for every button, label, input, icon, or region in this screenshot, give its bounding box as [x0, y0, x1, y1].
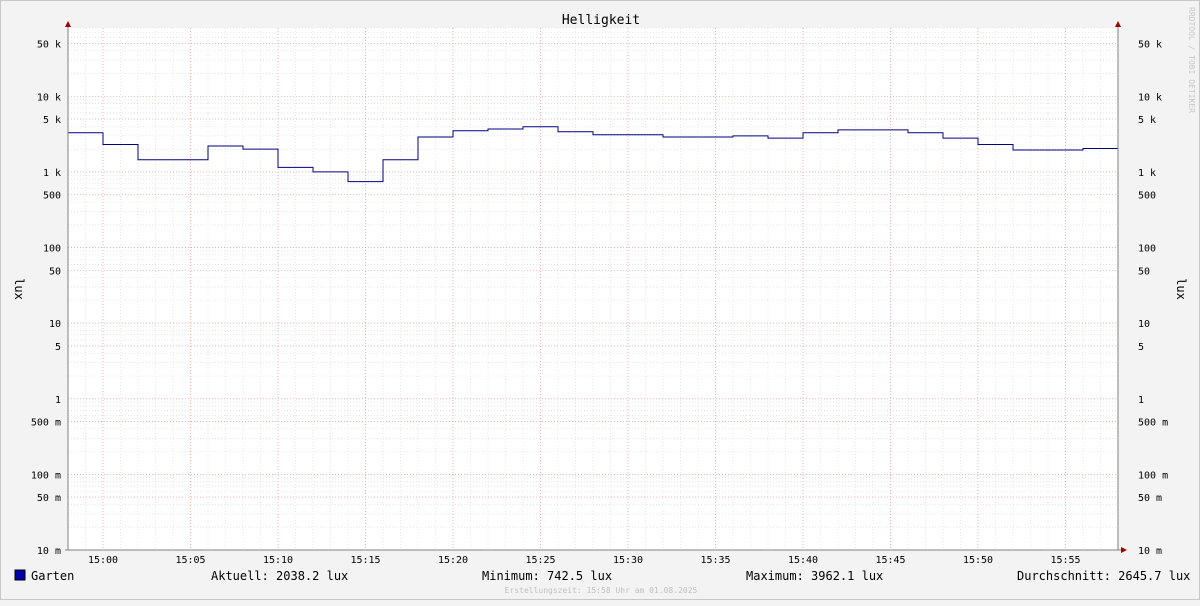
y-tick-label-right: 100	[1138, 244, 1156, 255]
y-axis-label-left: lux	[12, 278, 26, 300]
y-tick-label: 10 k	[37, 92, 61, 103]
x-tick-label: 15:55	[1050, 555, 1080, 566]
y-tick-label: 50 m	[37, 493, 61, 504]
x-tick-label: 15:40	[788, 555, 818, 566]
y-tick-label: 10 m	[37, 546, 61, 557]
x-axis-arrow-icon	[1121, 547, 1127, 553]
y-tick-label: 1 k	[43, 168, 61, 179]
legend-series-name: Garten	[31, 569, 74, 583]
y-tick-label-right: 50 m	[1138, 493, 1162, 504]
y-tick-label-right: 10 k	[1138, 92, 1162, 103]
y-tick-label: 500	[43, 191, 61, 202]
x-tick-label: 15:05	[175, 555, 205, 566]
y-tick-label: 5	[55, 342, 61, 353]
y-tick-label-right: 1	[1138, 395, 1144, 406]
x-tick-label: 15:00	[88, 555, 118, 566]
y-tick-label-right: 500 m	[1138, 418, 1168, 429]
y-axis-label-right: lux	[1174, 278, 1188, 300]
x-tick-label: 15:35	[700, 555, 730, 566]
legend-minimum: Minimum: 742.5 lux	[482, 569, 612, 583]
legend-maximum: Maximum: 3962.1 lux	[746, 569, 883, 583]
x-tick-label: 15:10	[263, 555, 293, 566]
x-tick-label: 15:20	[438, 555, 468, 566]
x-tick-label: 15:15	[350, 555, 380, 566]
y-tick-label: 100	[43, 244, 61, 255]
chart-frame: 50 k 10 k 5 k 1 k 500 100 50 10 5 1 500 m 100 m 50 m…	[0, 0, 1200, 600]
y-tick-label: 5 k	[43, 115, 61, 126]
x-tick-label: 15:50	[963, 555, 993, 566]
y-tick-label: 100 m	[31, 470, 61, 481]
creation-time: Erstellungszeit: 15:58 Uhr am 01.08.2025	[505, 586, 698, 595]
y-tick-label: 10	[49, 319, 61, 330]
y-ticks-right: 50 k 10 k 5 k 1 k 500 100 50 10 5 1 500 m 100 m 50 m…	[1138, 39, 1168, 557]
watermark: RRDTOOL / TOBI OETIKER	[1187, 7, 1196, 113]
y-tick-label: 50 k	[37, 39, 61, 50]
legend-durchschnitt: Durchschnitt: 2645.7 lux	[1017, 569, 1190, 583]
y-tick-label-right: 10	[1138, 319, 1150, 330]
x-ticks: 15:00 15:05 15:10 15:15 15:20 15:25 15:30 15:35…	[88, 555, 1081, 566]
legend-swatch	[14, 569, 26, 581]
y-tick-label: 50	[49, 266, 61, 277]
x-tick-label: 15:45	[875, 555, 905, 566]
y-tick-label-right: 10 m	[1138, 546, 1162, 557]
legend-aktuell: Aktuell: 2038.2 lux	[211, 569, 348, 583]
y-tick-label-right: 50	[1138, 266, 1150, 277]
chart-title: Helligkeit	[562, 13, 640, 28]
x-tick-label: 15:25	[525, 555, 555, 566]
y-axis-right-arrow-icon	[1115, 21, 1121, 27]
y-tick-label-right: 5	[1138, 342, 1144, 353]
y-ticks-left: 50 k 10 k 5 k 1 k 500 100 50 10 5 1 500 m 100 m 50 m…	[31, 39, 61, 557]
y-axis-left-arrow-icon	[65, 21, 71, 27]
y-tick-label: 500 m	[31, 418, 61, 429]
x-tick-label: 15:30	[613, 555, 643, 566]
helligkeit-chart: 50 k 10 k 5 k 1 k 500 100 50 10 5 1 500 m 100 m 50 m…	[12, 7, 1196, 595]
y-tick-label-right: 5 k	[1138, 115, 1156, 126]
y-tick-label-right: 100 m	[1138, 470, 1168, 481]
y-tick-label-right: 50 k	[1138, 39, 1162, 50]
y-tick-label-right: 500	[1138, 191, 1156, 202]
y-tick-label: 1	[55, 395, 61, 406]
y-tick-label-right: 1 k	[1138, 168, 1156, 179]
